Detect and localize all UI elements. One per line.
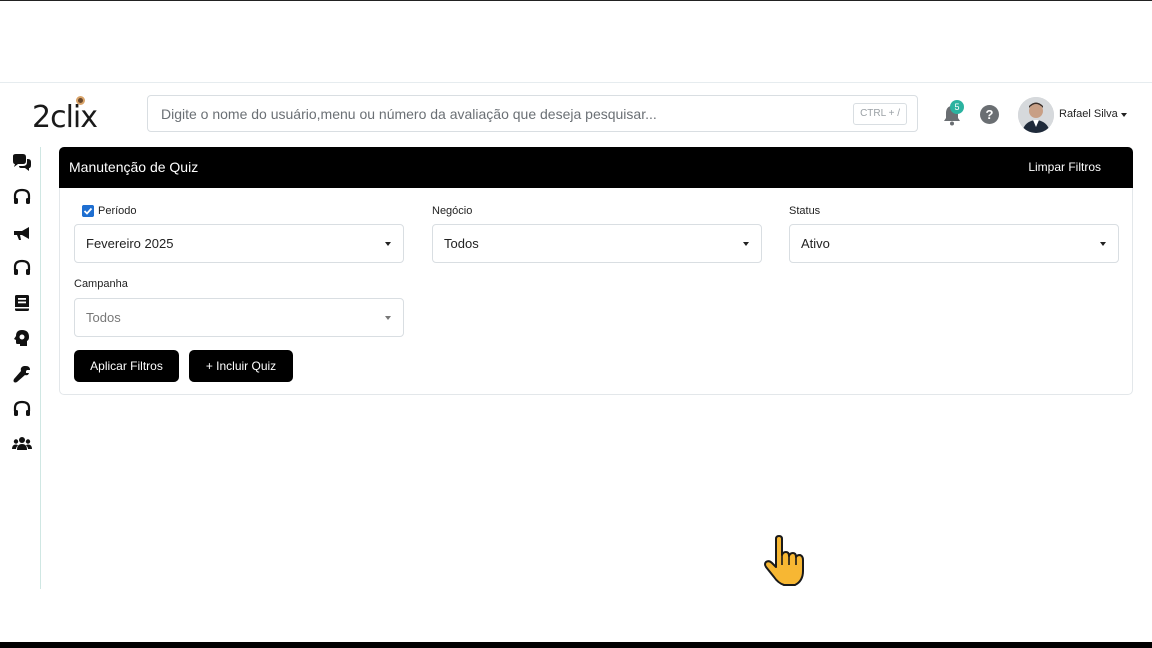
negocio-value: Todos [444,236,479,251]
top-header: 2clix Digite o nome do usuário,menu ou n… [0,83,1152,147]
avatar-person-icon [1018,97,1054,133]
user-name[interactable]: Rafael Silva [1059,108,1118,120]
window-top-border [0,0,1152,1]
megaphone-icon[interactable] [12,223,32,243]
search-placeholder: Digite o nome do usuário,menu ou número … [161,106,657,122]
chat-bubbles-icon[interactable] [12,153,32,173]
page-title: Manutenção de Quiz [69,159,199,175]
chevron-down-icon [385,242,391,246]
logo-dot-icon [76,96,85,105]
negocio-select[interactable]: Todos [432,224,762,263]
hand-pointer-cursor-icon [764,535,804,586]
status-value: Ativo [801,236,830,251]
headset-icon[interactable] [12,258,32,278]
campanha-select[interactable]: Todos [74,298,404,337]
app-window: 2clix Digite o nome do usuário,menu ou n… [0,82,1152,589]
status-label: Status [789,205,821,217]
notification-badge: 5 [950,100,964,114]
card-header: Manutenção de Quiz Limpar Filtros [59,147,1133,188]
logo-text: 2clix [32,100,98,135]
status-select[interactable]: Ativo [789,224,1119,263]
search-input[interactable]: Digite o nome do usuário,menu ou número … [147,95,918,132]
headset-icon[interactable] [12,187,32,207]
chevron-down-icon [1100,242,1106,246]
search-shortcut-hint: CTRL + / [853,103,907,125]
negocio-label: Negócio [432,205,473,217]
campanha-label: Campanha [74,278,128,290]
avatar[interactable] [1018,97,1054,133]
brain-icon[interactable] [12,328,32,348]
window-bottom-bar [0,642,1152,648]
sidebar [0,147,41,589]
headset-icon[interactable] [12,399,32,419]
periodo-label: Período [98,205,137,217]
add-quiz-button[interactable]: + Incluir Quiz [189,350,293,382]
book-icon[interactable] [12,293,32,313]
campanha-value: Todos [86,310,121,325]
clear-filters-link[interactable]: Limpar Filtros [1028,160,1101,174]
chevron-down-icon [743,242,749,246]
wrench-icon[interactable] [12,364,32,384]
periodo-value: Fevereiro 2025 [86,236,174,251]
chevron-down-icon [385,316,391,320]
user-menu-caret-icon[interactable] [1121,113,1127,117]
app-logo[interactable]: 2clix [32,96,104,135]
periodo-checkbox[interactable] [82,205,94,217]
apply-filters-button[interactable]: Aplicar Filtros [74,350,179,382]
periodo-select[interactable]: Fevereiro 2025 [74,224,404,263]
quiz-filter-card: Manutenção de Quiz Limpar Filtros Períod… [59,147,1133,395]
users-icon[interactable] [12,434,32,454]
help-icon[interactable]: ? [980,105,999,124]
